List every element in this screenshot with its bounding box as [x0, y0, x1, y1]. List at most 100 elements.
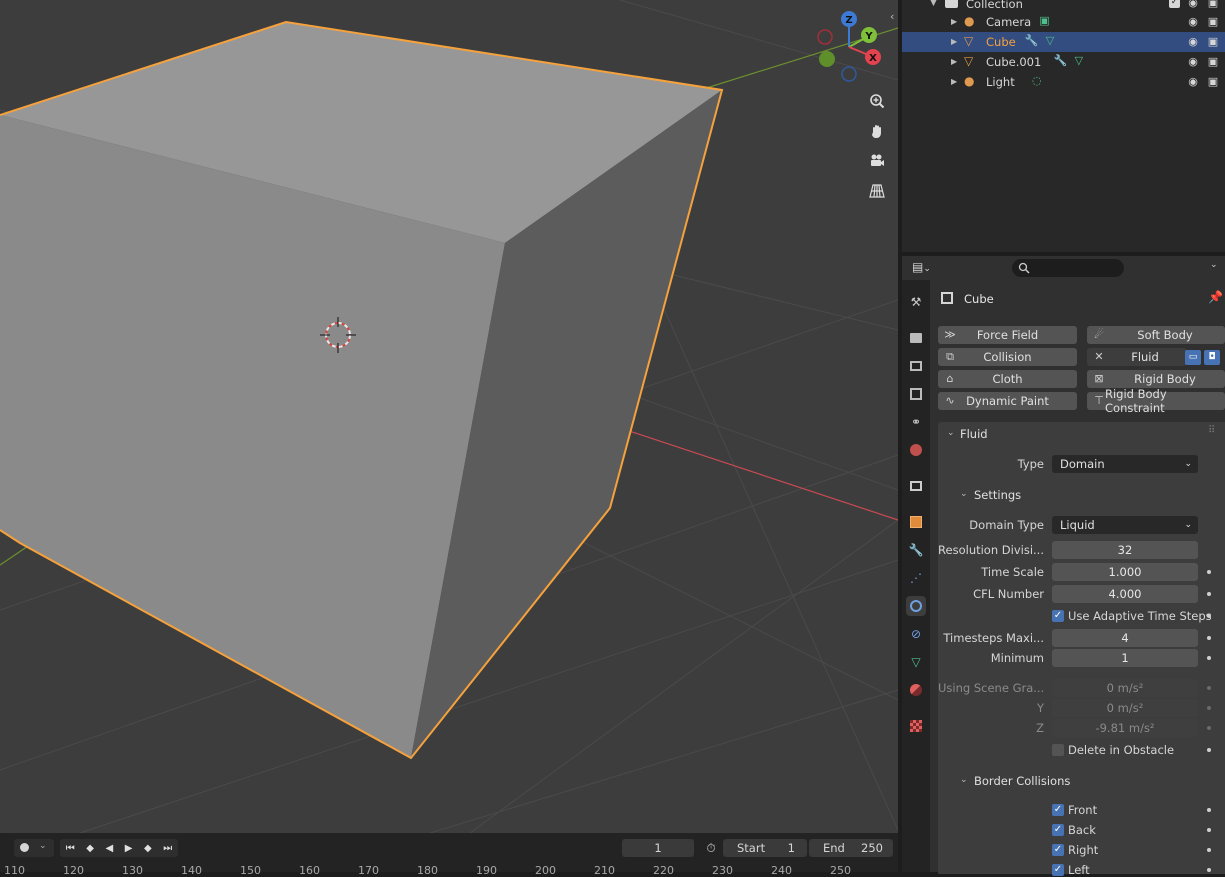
- dynamic-paint-button[interactable]: ∿ Dynamic Paint: [938, 392, 1077, 410]
- keyframe-dot[interactable]: [1207, 848, 1211, 852]
- border-left-checkbox[interactable]: ✓: [1052, 864, 1064, 876]
- tab-render[interactable]: [906, 328, 926, 348]
- start-frame-field[interactable]: Start 1: [723, 839, 807, 857]
- fluid-button[interactable]: ✕ Fluid: [1087, 348, 1187, 366]
- mesh-data-icon[interactable]: ▽: [1046, 34, 1054, 47]
- pan-hand-icon[interactable]: [864, 118, 890, 144]
- light-data-icon[interactable]: ◌: [1032, 74, 1042, 87]
- properties-search-input[interactable]: [1012, 259, 1124, 277]
- border-right-checkbox[interactable]: ✓: [1052, 844, 1064, 856]
- cloth-button[interactable]: ⌂ Cloth: [938, 370, 1077, 388]
- keyframe-dot[interactable]: [1207, 656, 1211, 660]
- play-reverse-icon[interactable]: ◀: [106, 843, 114, 854]
- border-back-checkbox[interactable]: ✓: [1052, 824, 1064, 836]
- render-toggle-icon[interactable]: ◘: [1204, 350, 1220, 365]
- zoom-icon[interactable]: [864, 88, 890, 114]
- border-back-label[interactable]: Back: [1068, 823, 1096, 837]
- outliner-item-name[interactable]: Cube.001: [986, 55, 1041, 69]
- outliner-row[interactable]: ▶ ● Camera ▣ ◉ ▣: [902, 12, 1225, 32]
- eye-icon[interactable]: ◉: [1187, 76, 1199, 88]
- perspective-grid-icon[interactable]: [864, 178, 890, 204]
- expand-down-icon[interactable]: ▼: [930, 0, 937, 8]
- wrench-modifier-icon[interactable]: 🔧: [1054, 54, 1068, 67]
- outliner-row[interactable]: ▶ ● Light ◌ ◉ ▣: [902, 72, 1225, 92]
- timeline-bar[interactable]: ⌄ ⏮ ◆ ◀ ▶ ◆ ⏭ 1 ⏱ Start 1 End 250 110 120…: [0, 833, 898, 877]
- camera-view-icon[interactable]: [864, 148, 890, 174]
- fluid-panel-title[interactable]: Fluid: [960, 427, 988, 441]
- outliner-item-name[interactable]: Cube: [986, 35, 1016, 49]
- wrench-modifier-icon[interactable]: 🔧: [1025, 34, 1039, 47]
- expand-right-icon[interactable]: ▶: [951, 37, 957, 46]
- keyframe-dot[interactable]: [1207, 748, 1211, 752]
- adaptive-time-steps-label[interactable]: Use Adaptive Time Steps: [1068, 609, 1212, 623]
- mesh-data-icon[interactable]: ▽: [1075, 54, 1083, 67]
- stopwatch-icon[interactable]: ⏱: [703, 840, 719, 856]
- sidebar-toggle-icon[interactable]: ‹: [890, 10, 894, 23]
- camera-data-icon[interactable]: ▣: [1039, 14, 1049, 27]
- border-right-label[interactable]: Right: [1068, 843, 1098, 857]
- time-scale-field[interactable]: 1.000: [1052, 563, 1198, 581]
- tab-view-layer[interactable]: [906, 384, 926, 404]
- tab-collection[interactable]: [906, 476, 926, 496]
- timesteps-max-field[interactable]: 4: [1052, 629, 1198, 647]
- border-front-label[interactable]: Front: [1068, 803, 1097, 817]
- delete-in-obstacle-checkbox[interactable]: [1052, 744, 1064, 756]
- render-camera-icon[interactable]: ▣: [1207, 0, 1219, 9]
- tab-world[interactable]: [906, 440, 926, 460]
- border-left-label[interactable]: Left: [1068, 863, 1090, 877]
- pin-icon[interactable]: 📌: [1208, 290, 1223, 304]
- editor-type-dropdown[interactable]: ▤⌄: [912, 260, 942, 276]
- next-keyframe-icon[interactable]: ◆: [144, 843, 152, 854]
- chevron-down-icon[interactable]: ⌄: [960, 775, 968, 785]
- render-camera-icon[interactable]: ▣: [1207, 16, 1219, 28]
- eye-icon[interactable]: ◉: [1187, 36, 1199, 48]
- current-frame-field[interactable]: 1: [622, 839, 694, 857]
- outliner[interactable]: ▼ Collection ✓ ◉ ▣ ▶ ● Camera ▣ ◉ ▣ ▶ ▽ Cube 🔧 ▽ ◉ ▣…: [902, 0, 1225, 252]
- keyframe-dot[interactable]: [1207, 570, 1211, 574]
- tab-texture[interactable]: [906, 716, 926, 736]
- expand-right-icon[interactable]: ▶: [951, 77, 957, 86]
- keyframe-dot[interactable]: [1207, 868, 1211, 872]
- delete-in-obstacle-label[interactable]: Delete in Obstacle: [1068, 743, 1174, 757]
- jump-end-icon[interactable]: ⏭: [163, 843, 172, 854]
- border-collisions-title[interactable]: Border Collisions: [974, 774, 1070, 788]
- adaptive-time-steps-checkbox[interactable]: ✓: [1052, 610, 1064, 622]
- soft-body-button[interactable]: ☄ Soft Body: [1087, 326, 1225, 344]
- viewport-scene[interactable]: Z Y X: [0, 0, 898, 833]
- expand-right-icon[interactable]: ▶: [951, 57, 957, 66]
- options-chevron-icon[interactable]: ⌄: [1210, 260, 1218, 270]
- eye-icon[interactable]: ◉: [1187, 0, 1199, 9]
- prev-keyframe-icon[interactable]: ◆: [86, 843, 94, 854]
- play-icon[interactable]: ▶: [125, 843, 133, 854]
- chevron-down-icon[interactable]: ⌄: [960, 489, 968, 499]
- eye-icon[interactable]: ◉: [1187, 16, 1199, 28]
- end-frame-field[interactable]: End 250: [809, 839, 893, 857]
- tab-output[interactable]: [906, 356, 926, 376]
- tab-material[interactable]: [906, 680, 926, 700]
- render-camera-icon[interactable]: ▣: [1207, 76, 1219, 88]
- keyframe-dot[interactable]: [1207, 808, 1211, 812]
- chevron-down-icon[interactable]: ⌄: [947, 428, 955, 438]
- eye-icon[interactable]: ◉: [1187, 56, 1199, 68]
- border-front-checkbox[interactable]: ✓: [1052, 804, 1064, 816]
- rigid-body-constraint-button[interactable]: ⊤ Rigid Body Constraint: [1087, 387, 1225, 415]
- outliner-row[interactable]: ▶ ▽ Cube.001 🔧 ▽ ◉ ▣: [902, 52, 1225, 72]
- minimum-field[interactable]: 1: [1052, 649, 1198, 667]
- keyframe-dot[interactable]: [1207, 636, 1211, 640]
- tab-object[interactable]: [906, 512, 926, 532]
- tab-modifiers[interactable]: 🔧: [906, 540, 926, 560]
- render-camera-icon[interactable]: ▣: [1207, 36, 1219, 48]
- tab-particles[interactable]: ⋰: [906, 568, 926, 588]
- resolution-field[interactable]: 32: [1052, 541, 1198, 559]
- tab-physics[interactable]: [906, 596, 926, 616]
- rigid-body-button[interactable]: ⊠ Rigid Body: [1087, 370, 1225, 388]
- cfl-number-field[interactable]: 4.000: [1052, 585, 1198, 603]
- type-dropdown[interactable]: Domain ⌄: [1052, 455, 1198, 473]
- tab-data[interactable]: ▽: [906, 652, 926, 672]
- outliner-item-name[interactable]: Light: [986, 75, 1015, 89]
- exclude-checkbox[interactable]: ✓: [1169, 0, 1180, 8]
- jump-start-icon[interactable]: ⏮: [66, 843, 75, 854]
- viewport-display-icon[interactable]: ▭: [1185, 350, 1201, 365]
- tab-scene[interactable]: ⚭: [906, 412, 926, 432]
- keyframe-dot[interactable]: [1207, 592, 1211, 596]
